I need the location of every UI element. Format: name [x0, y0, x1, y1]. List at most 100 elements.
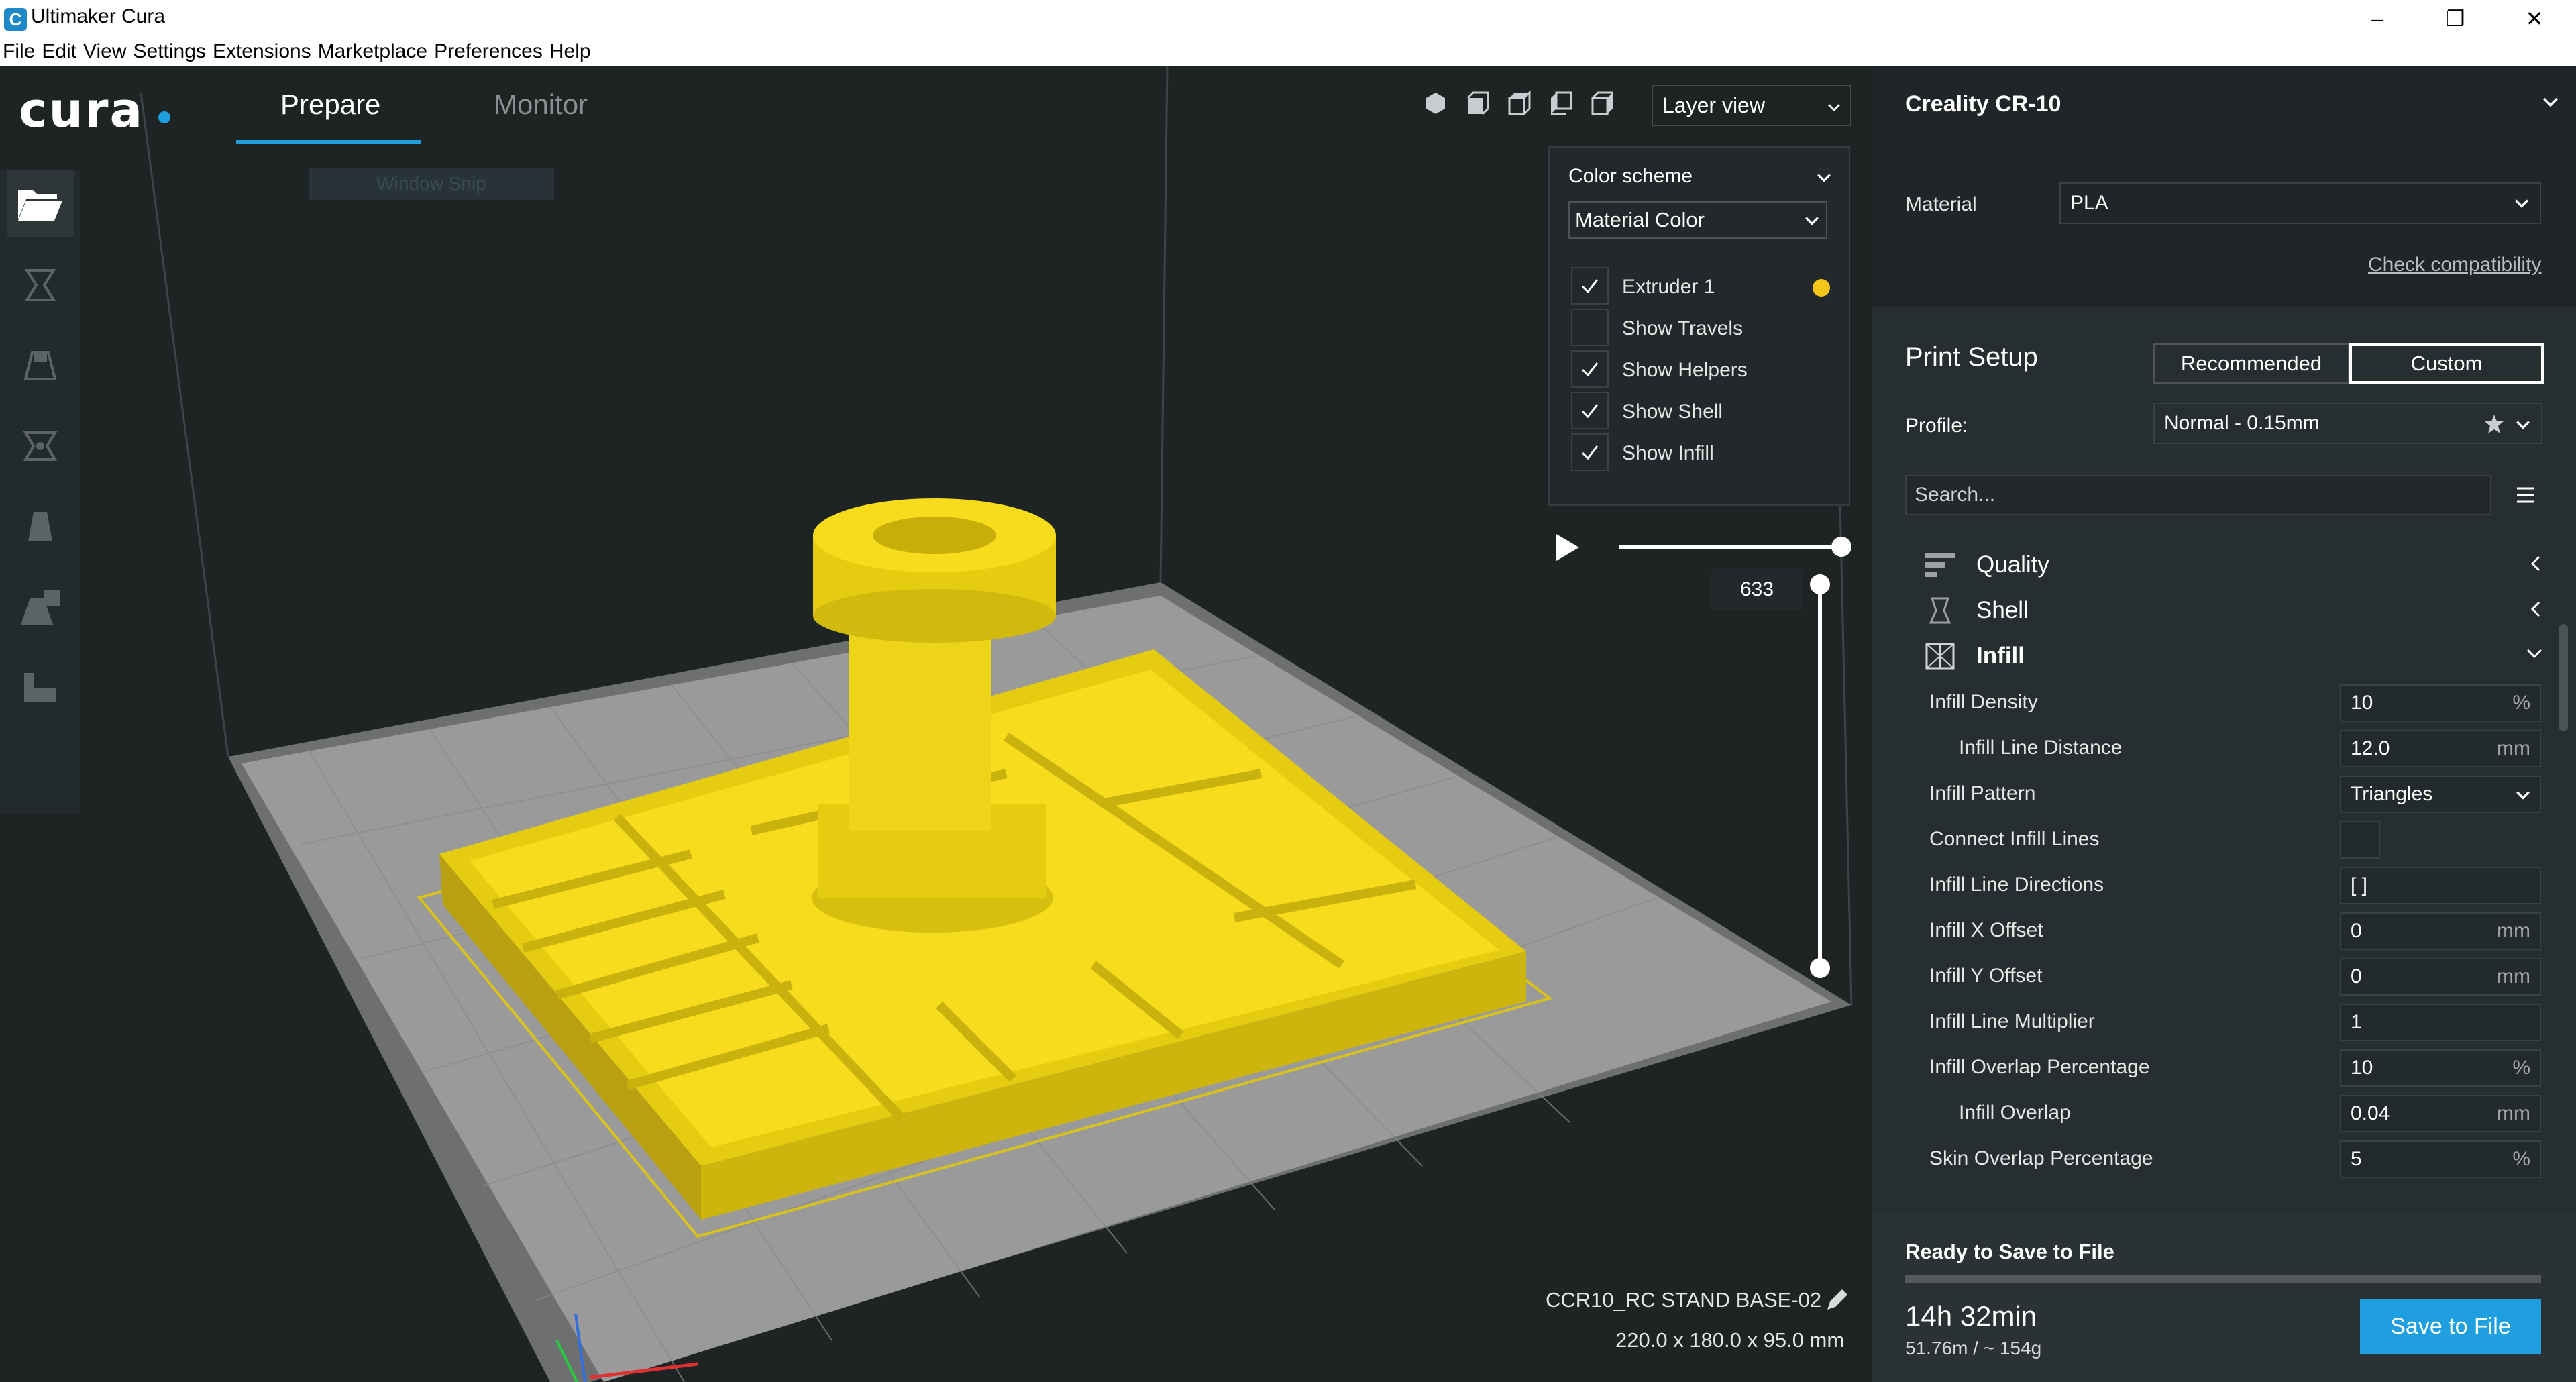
- menu-settings[interactable]: Settings: [131, 38, 210, 63]
- connect-infill-lines-checkbox[interactable]: [2340, 821, 2380, 859]
- infill-y-offset-input[interactable]: 0 mm: [2340, 958, 2541, 996]
- chevron-down-icon: [2515, 199, 2528, 208]
- per-model-settings-tool[interactable]: [7, 572, 74, 639]
- setting-unit: mm: [2497, 737, 2530, 759]
- chevron-left-icon: [2530, 601, 2540, 617]
- save-to-file-button[interactable]: Save to File: [2360, 1299, 2541, 1354]
- setting-value: 0: [2351, 920, 2362, 942]
- show-travels-checkbox[interactable]: [1571, 309, 1609, 346]
- move-tool[interactable]: [7, 250, 74, 317]
- menu-marketplace[interactable]: Marketplace: [315, 38, 431, 63]
- infill-line-distance-input[interactable]: 12.0 mm: [2340, 730, 2541, 767]
- show-helpers-label: Show Helpers: [1622, 359, 1748, 381]
- setting-value: 0.04: [2351, 1102, 2390, 1124]
- setting-infill-density: Infill Density 10%: [1929, 682, 2549, 723]
- mirror-tool[interactable]: [7, 492, 74, 559]
- menu-preferences[interactable]: Preferences: [431, 38, 547, 63]
- infill-pattern-select[interactable]: Triangles: [2340, 776, 2541, 813]
- view-top-button[interactable]: [1505, 90, 1538, 122]
- settings-menu-icon[interactable]: [2516, 486, 2536, 504]
- material-usage: 51.76m / ~ 154g: [1905, 1338, 2042, 1359]
- extruder-1-checkbox[interactable]: [1571, 267, 1609, 305]
- view-3d-button[interactable]: [1422, 90, 1454, 122]
- setting-label: Infill Pattern: [1929, 782, 2036, 804]
- color-scheme-title[interactable]: Color scheme: [1568, 165, 1693, 188]
- category-infill[interactable]: Infill: [1925, 635, 2542, 675]
- layer-number-input[interactable]: 633: [1711, 569, 1803, 610]
- infill-line-directions-input[interactable]: [ ]: [2340, 867, 2541, 904]
- chevron-down-icon: [2516, 791, 2530, 800]
- slice-progress-bar: [1905, 1275, 2541, 1283]
- star-icon[interactable]: [2483, 413, 2505, 435]
- play-simulation-icon[interactable]: [1554, 533, 1580, 562]
- view-right-button[interactable]: [1589, 90, 1621, 122]
- show-shell-option[interactable]: Show Shell: [1571, 392, 1839, 431]
- setting-label: Infill Overlap Percentage: [1929, 1056, 2150, 1078]
- support-blocker-tool[interactable]: [7, 653, 74, 720]
- rotate-tool[interactable]: [7, 411, 74, 478]
- settings-scrollbar[interactable]: [2559, 624, 2568, 731]
- menu-help[interactable]: Help: [547, 38, 595, 63]
- tab-prepare[interactable]: Prepare: [280, 89, 380, 121]
- view-mode-value: Layer view: [1662, 93, 1765, 117]
- printer-selector[interactable]: Creality CR-10: [1872, 66, 2576, 133]
- left-toolbar: [0, 170, 80, 814]
- infill-density-input[interactable]: 10%: [2340, 684, 2541, 722]
- view-mode-select[interactable]: Layer view: [1652, 85, 1851, 126]
- view-front-icon: [1466, 91, 1489, 115]
- infill-x-offset-input[interactable]: 0 mm: [2340, 912, 2541, 950]
- menu-extensions[interactable]: Extensions: [210, 38, 315, 63]
- check-icon: [1581, 404, 1599, 418]
- show-travels-option[interactable]: Show Travels: [1571, 309, 1839, 348]
- scale-icon: [23, 351, 57, 380]
- check-icon: [1581, 279, 1599, 293]
- show-infill-label: Show Infill: [1622, 442, 1714, 464]
- layer-slider-top-handle[interactable]: [1810, 574, 1830, 594]
- menu-view[interactable]: View: [80, 38, 130, 63]
- view-front-button[interactable]: [1464, 90, 1496, 122]
- infill-overlap-input[interactable]: 0.04 mm: [2340, 1095, 2541, 1132]
- custom-mode-button[interactable]: Custom: [2349, 343, 2544, 384]
- layer-slider-bottom-handle[interactable]: [1810, 958, 1830, 978]
- skin-overlap-percentage-input[interactable]: 5%: [2340, 1140, 2541, 1178]
- category-shell[interactable]: Shell: [1925, 589, 2542, 629]
- job-name: CCR10_RC STAND BASE-02: [1546, 1288, 1822, 1312]
- show-helpers-checkbox[interactable]: [1571, 350, 1609, 388]
- close-button[interactable]: ✕: [2514, 3, 2555, 35]
- minimize-button[interactable]: –: [2357, 3, 2398, 35]
- window-snip-overlay: Window Snip: [309, 168, 554, 200]
- chevron-down-icon: [1817, 174, 1831, 182]
- open-file-button[interactable]: [7, 170, 74, 237]
- scale-tool[interactable]: [7, 331, 74, 398]
- chevron-down-icon: [2543, 97, 2558, 107]
- show-shell-checkbox[interactable]: [1571, 392, 1609, 429]
- layer-slider-track[interactable]: [1818, 582, 1822, 970]
- show-travels-label: Show Travels: [1622, 317, 1743, 339]
- restore-button[interactable]: ❐: [2435, 3, 2475, 35]
- path-slider-track[interactable]: [1619, 545, 1841, 549]
- profile-select[interactable]: Normal - 0.15mm: [2153, 403, 2542, 444]
- path-slider-handle[interactable]: [1831, 537, 1851, 557]
- show-helpers-option[interactable]: Show Helpers: [1571, 350, 1839, 389]
- edit-pencil-icon[interactable]: [1823, 1287, 1850, 1314]
- show-infill-checkbox[interactable]: [1571, 433, 1609, 471]
- infill-line-multiplier-input[interactable]: 1: [2340, 1004, 2541, 1041]
- color-scheme-select[interactable]: Material Color: [1568, 201, 1827, 239]
- viewport[interactable]: cura Prepare Monitor Window Snip Layer v…: [0, 66, 1872, 1382]
- menu-file[interactable]: File: [0, 38, 39, 63]
- view-left-button[interactable]: [1547, 90, 1579, 122]
- settings-search-input[interactable]: Search...: [1905, 475, 2491, 515]
- recommended-mode-button[interactable]: Recommended: [2153, 343, 2349, 384]
- category-quality[interactable]: Quality: [1925, 543, 2542, 584]
- menu-edit[interactable]: Edit: [39, 38, 80, 63]
- infill-overlap-percentage-input[interactable]: 10%: [2340, 1049, 2541, 1087]
- show-shell-label: Show Shell: [1622, 401, 1723, 423]
- show-infill-option[interactable]: Show Infill: [1571, 433, 1839, 472]
- check-compatibility-link[interactable]: Check compatibility: [2368, 254, 2541, 276]
- print-setup-title: Print Setup: [1905, 342, 2038, 372]
- material-select[interactable]: PLA: [2059, 182, 2541, 224]
- view-top-icon: [1508, 90, 1531, 115]
- extruder-1-option[interactable]: Extruder 1: [1571, 267, 1839, 306]
- tab-monitor[interactable]: Monitor: [494, 89, 588, 121]
- printer-name: Creality CR-10: [1905, 91, 2061, 117]
